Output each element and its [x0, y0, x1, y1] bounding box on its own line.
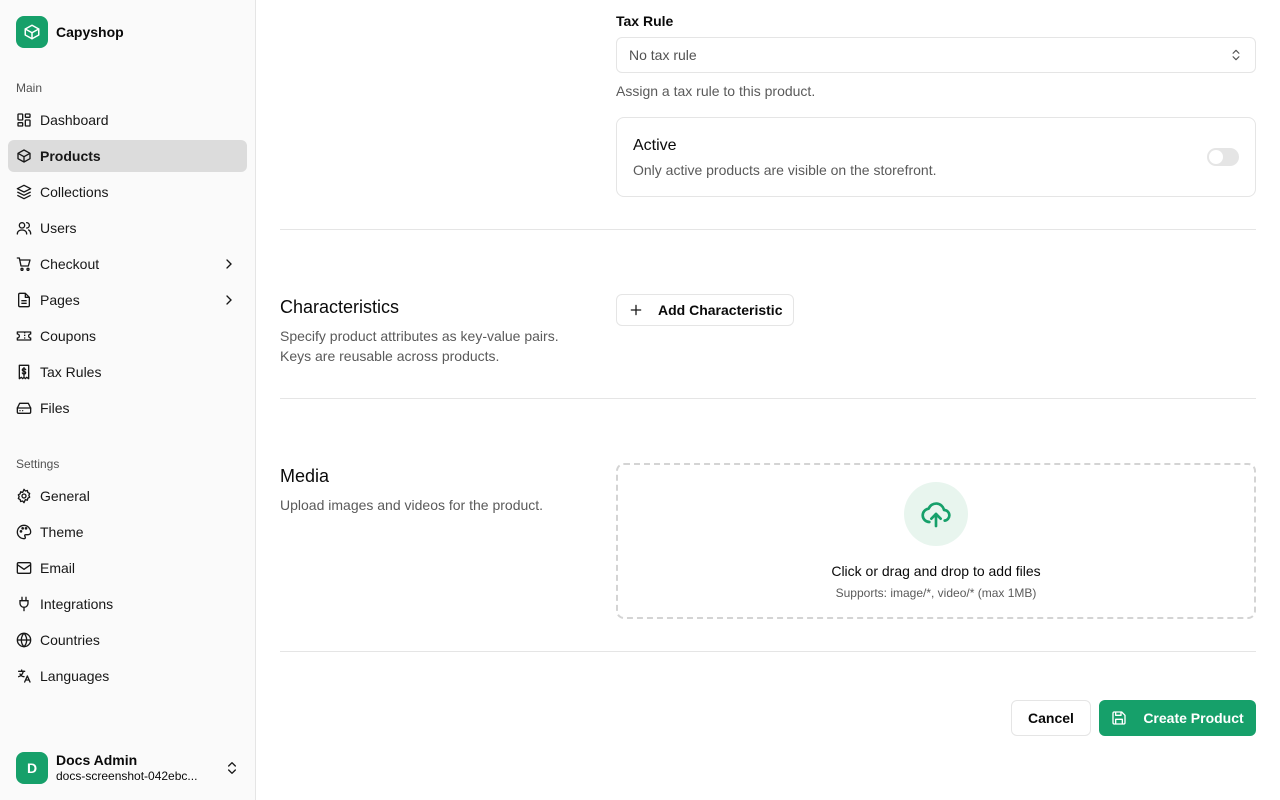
tax-rule-help: Assign a tax rule to this product.: [616, 83, 816, 99]
avatar: D: [16, 752, 48, 784]
characteristics-title: Characteristics: [280, 297, 400, 317]
tax-rule-selected-value: No tax rule: [629, 47, 697, 63]
cart-icon: [16, 256, 32, 272]
gear-icon: [16, 488, 32, 504]
globe-icon: [16, 632, 32, 648]
sidebar: Capyshop Main Dashboard Products Collect…: [0, 0, 256, 800]
sidebar-item-integrations[interactable]: Integrations: [8, 588, 247, 620]
box-icon: [16, 16, 48, 48]
dropzone-subtitle: Supports: image/*, video/* (max 1MB): [835, 586, 1037, 600]
settings-nav: General Theme Email Integrations Countri…: [8, 480, 247, 696]
sidebar-item-collections[interactable]: Collections: [8, 176, 247, 208]
sidebar-item-label: Integrations: [40, 596, 114, 612]
user-info: Docs Admin docs-screenshot-042ebc...: [56, 752, 216, 784]
chevron-right-icon: [221, 292, 237, 308]
settings-group-label: Settings: [16, 457, 60, 471]
sidebar-item-label: Checkout: [40, 256, 100, 272]
add-characteristic-label: Add Characteristic: [658, 302, 783, 318]
brand-name: Capyshop: [56, 24, 124, 40]
sidebar-item-label: Collections: [40, 184, 109, 200]
chevrons-up-down-icon: [1229, 48, 1243, 62]
sidebar-item-coupons[interactable]: Coupons: [8, 320, 247, 352]
sidebar-item-label: Users: [40, 220, 77, 236]
chevron-right-icon: [221, 256, 237, 272]
box-icon: [16, 148, 32, 164]
media-title: Media: [280, 466, 330, 486]
main-nav: Dashboard Products Collections Users Che…: [8, 104, 247, 428]
mail-icon: [16, 560, 32, 576]
user-email: docs-screenshot-042ebc...: [56, 769, 198, 783]
media-description: Upload images and videos for the product…: [280, 497, 544, 513]
sidebar-item-label: General: [40, 488, 90, 504]
sidebar-item-countries[interactable]: Countries: [8, 624, 247, 656]
users-icon: [16, 220, 32, 236]
receipt-icon: [16, 364, 32, 380]
sidebar-item-email[interactable]: Email: [8, 552, 247, 584]
ticket-icon: [16, 328, 32, 344]
drive-icon: [16, 400, 32, 416]
file-icon: [16, 292, 32, 308]
sidebar-item-label: Products: [40, 148, 101, 164]
main-group-label: Main: [16, 81, 43, 95]
sidebar-item-languages[interactable]: Languages: [8, 660, 247, 692]
sidebar-item-theme[interactable]: Theme: [8, 516, 247, 548]
sidebar-item-label: Theme: [40, 524, 84, 540]
create-product-label: Create Product: [1143, 710, 1244, 726]
layers-icon: [16, 184, 32, 200]
tax-rule-label: Tax Rule: [616, 13, 674, 29]
main-content: Tax Rule No tax rule Assign a tax rule t…: [256, 0, 1280, 800]
sidebar-item-general[interactable]: General: [8, 480, 247, 512]
plus-icon: [629, 303, 643, 317]
translate-icon: [16, 668, 32, 684]
palette-icon: [16, 524, 32, 540]
active-description: Only active products are visible on the …: [633, 162, 937, 178]
sidebar-item-products[interactable]: Products: [8, 140, 247, 172]
save-icon: [1111, 710, 1127, 726]
sidebar-item-label: Email: [40, 560, 76, 576]
add-characteristic-button[interactable]: Add Characteristic: [616, 294, 795, 326]
sidebar-item-label: Files: [40, 400, 70, 416]
sidebar-item-label: Countries: [40, 632, 100, 648]
sidebar-item-label: Languages: [40, 668, 110, 684]
sidebar-item-label: Pages: [40, 292, 80, 308]
sidebar-item-checkout[interactable]: Checkout: [8, 248, 247, 280]
sidebar-item-label: Tax Rules: [40, 364, 102, 380]
brand[interactable]: Capyshop: [16, 16, 124, 48]
user-menu[interactable]: D Docs Admin docs-screenshot-042ebc...: [16, 752, 244, 784]
create-product-button[interactable]: Create Product: [1099, 700, 1256, 736]
sidebar-item-files[interactable]: Files: [8, 392, 247, 424]
sidebar-item-users[interactable]: Users: [8, 212, 247, 244]
plug-icon: [16, 596, 32, 612]
characteristics-description: Specify product attributes as key-value …: [280, 328, 559, 364]
chevrons-up-down-icon: [224, 760, 240, 776]
section-divider: [280, 229, 1256, 230]
sidebar-item-pages[interactable]: Pages: [8, 284, 247, 316]
active-setting-card: Active Only active products are visible …: [616, 117, 1256, 197]
active-toggle[interactable]: [1207, 148, 1239, 166]
sidebar-item-label: Dashboard: [40, 112, 109, 128]
cancel-button[interactable]: Cancel: [1011, 700, 1091, 736]
sidebar-item-tax-rules[interactable]: Tax Rules: [8, 356, 247, 388]
section-divider: [280, 651, 1256, 652]
upload-cloud-icon: [904, 482, 968, 546]
active-title: Active: [633, 137, 677, 154]
section-divider: [280, 398, 1256, 399]
user-name: Docs Admin: [56, 752, 138, 768]
tax-rule-select[interactable]: No tax rule: [616, 37, 1256, 73]
dashboard-icon: [16, 112, 32, 128]
sidebar-item-dashboard[interactable]: Dashboard: [8, 104, 247, 136]
sidebar-item-label: Coupons: [40, 328, 97, 344]
toggle-knob: [1209, 150, 1223, 164]
media-dropzone[interactable]: Click or drag and drop to add files Supp…: [616, 463, 1256, 619]
dropzone-title: Click or drag and drop to add files: [831, 563, 1041, 579]
